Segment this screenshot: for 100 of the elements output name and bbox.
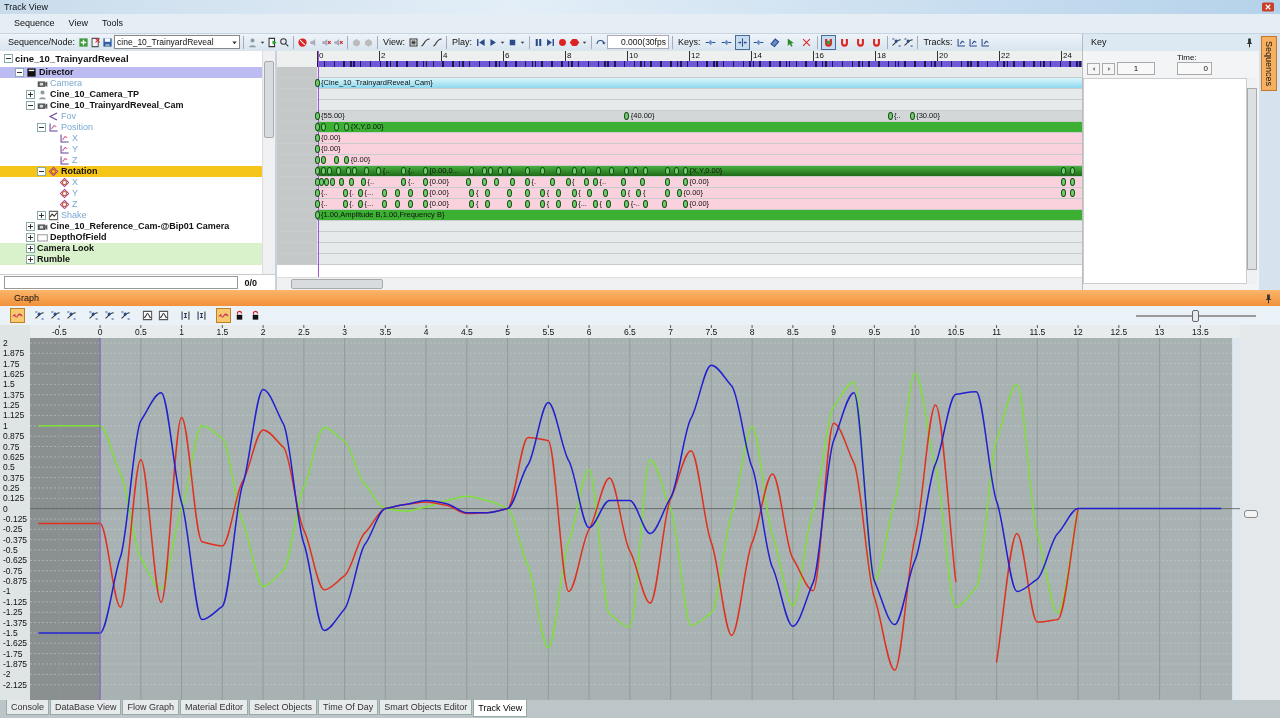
keyframe-marker[interactable] [314, 78, 320, 87]
keyframe-marker[interactable] [407, 199, 413, 208]
keyframe-marker[interactable] [571, 188, 577, 197]
panel-tab[interactable]: Material Editor [179, 700, 248, 716]
tree-row[interactable]: Rotation [0, 165, 262, 177]
keyframe-marker[interactable] [593, 177, 598, 186]
keyframe-marker[interactable] [624, 166, 630, 175]
keyframe-marker[interactable] [664, 188, 670, 197]
step-forward-icon[interactable] [544, 36, 556, 48]
keyframe-marker[interactable] [571, 199, 577, 208]
keyframe-marker[interactable] [314, 155, 320, 164]
keyframe-marker[interactable] [1069, 166, 1075, 175]
tree-row[interactable]: Cine_10_TrainyardReveal_Cam [0, 99, 262, 111]
keyframe-marker[interactable] [314, 199, 320, 208]
keyframe-marker[interactable] [639, 177, 645, 186]
keyframe-marker[interactable] [487, 166, 493, 175]
tree-row[interactable]: cine_10_TrainyardReveal [0, 50, 262, 67]
key-tool-button[interactable] [735, 34, 751, 50]
scrollbar-thumb[interactable] [291, 279, 383, 290]
keyframe-marker[interactable] [422, 188, 428, 197]
curve-icon[interactable] [431, 36, 443, 48]
keyframe-marker[interactable] [320, 166, 326, 175]
keyframe-marker[interactable] [395, 188, 401, 197]
keyframe-marker[interactable] [664, 177, 670, 186]
keyframe-marker[interactable] [348, 177, 354, 186]
keyframe-marker[interactable] [506, 166, 512, 175]
list-icon[interactable] [407, 36, 419, 48]
keyframe-marker[interactable] [624, 111, 630, 120]
keyframe-marker[interactable] [583, 177, 589, 186]
collapse-icon[interactable] [26, 100, 35, 110]
keyframe-marker[interactable] [642, 199, 648, 208]
save-icon[interactable] [102, 36, 114, 48]
key-time-field[interactable]: 0 [1177, 61, 1212, 75]
keyframe-marker[interactable] [344, 122, 350, 131]
track-chart-icon[interactable] [955, 36, 967, 48]
expand-icon[interactable] [26, 243, 35, 253]
keyframe-marker[interactable] [621, 188, 627, 197]
keyframe-marker[interactable] [624, 199, 630, 208]
keyframe-marker[interactable] [609, 166, 614, 175]
keyframe-marker[interactable] [338, 177, 344, 186]
zoom-slider[interactable] [1136, 309, 1256, 322]
expand-icon[interactable] [26, 254, 35, 264]
keyframe-marker[interactable] [586, 188, 592, 197]
skip-back-icon[interactable] [474, 36, 486, 48]
keyframe-marker[interactable] [506, 188, 512, 197]
panel-tab[interactable]: DataBase View [50, 700, 122, 716]
keyframe-marker[interactable] [351, 166, 357, 175]
keyframe-marker[interactable] [525, 188, 531, 197]
keyframe-marker[interactable] [593, 199, 598, 208]
collapse-icon[interactable] [15, 67, 24, 77]
key-index-field[interactable]: 1 [1117, 61, 1155, 75]
keyframe-marker[interactable] [887, 111, 893, 120]
keyframe-marker[interactable] [401, 166, 407, 175]
keyframe-marker[interactable] [556, 188, 562, 197]
expand-icon[interactable] [37, 210, 46, 220]
close-icon[interactable] [1262, 1, 1274, 12]
panel-tab[interactable]: Time Of Day [318, 700, 379, 716]
tree-row[interactable]: Director [0, 66, 262, 78]
track-chart-icon[interactable] [967, 36, 979, 48]
add-icon[interactable] [78, 36, 90, 48]
sequences-tab[interactable]: Sequences [1261, 35, 1277, 91]
keyframe-marker[interactable] [525, 177, 531, 186]
keyframe-marker[interactable] [481, 177, 487, 186]
keyframe-marker[interactable] [509, 177, 515, 186]
pin-icon[interactable] [1263, 292, 1274, 304]
keyframe-marker[interactable] [314, 111, 320, 120]
tree-row[interactable]: Cine_10_Reference_Cam-@Bip01 Camera [0, 220, 262, 232]
keyframe-marker[interactable] [344, 155, 350, 164]
keyframe-marker[interactable] [382, 199, 388, 208]
export-icon[interactable] [267, 36, 279, 48]
keyframe-marker[interactable] [484, 188, 490, 197]
tangent-icon[interactable] [891, 36, 903, 48]
keyframe-marker[interactable] [540, 199, 546, 208]
keyframe-marker[interactable] [319, 177, 325, 186]
record-icon[interactable] [556, 36, 568, 48]
panel-tab[interactable]: Smart Objects Editor [379, 700, 473, 716]
tree-row[interactable]: Camera Look [0, 242, 262, 254]
hexagon-icon[interactable] [568, 36, 580, 48]
sequence-dropdown[interactable]: cine_10_TrainyardReveal [114, 35, 241, 50]
keyframe-marker[interactable] [605, 199, 611, 208]
menu-item[interactable]: Tools [101, 18, 123, 29]
keyframe-marker[interactable] [395, 199, 401, 208]
keyframe-marker[interactable] [556, 199, 562, 208]
pin-icon[interactable] [1244, 36, 1255, 48]
keyframe-marker[interactable] [407, 188, 413, 197]
search-icon[interactable] [279, 36, 291, 48]
tree-row[interactable]: Cine_10_Camera_TP [0, 88, 262, 100]
keyframe-marker[interactable] [484, 199, 490, 208]
menu-item[interactable]: Sequence [14, 18, 55, 29]
keyframe-marker[interactable] [676, 188, 682, 197]
keyframe-marker[interactable] [314, 188, 320, 197]
keyframe-marker[interactable] [683, 166, 688, 175]
block-icon[interactable] [297, 36, 309, 48]
keyframe-marker[interactable] [361, 177, 367, 186]
tangent-icon[interactable] [903, 36, 915, 48]
keyframe-marker[interactable] [596, 166, 602, 175]
keyframe-marker[interactable] [323, 177, 329, 186]
scroll-handle[interactable] [1244, 510, 1258, 519]
keyframe-marker[interactable] [633, 166, 639, 175]
keyframe-marker[interactable] [469, 166, 475, 175]
